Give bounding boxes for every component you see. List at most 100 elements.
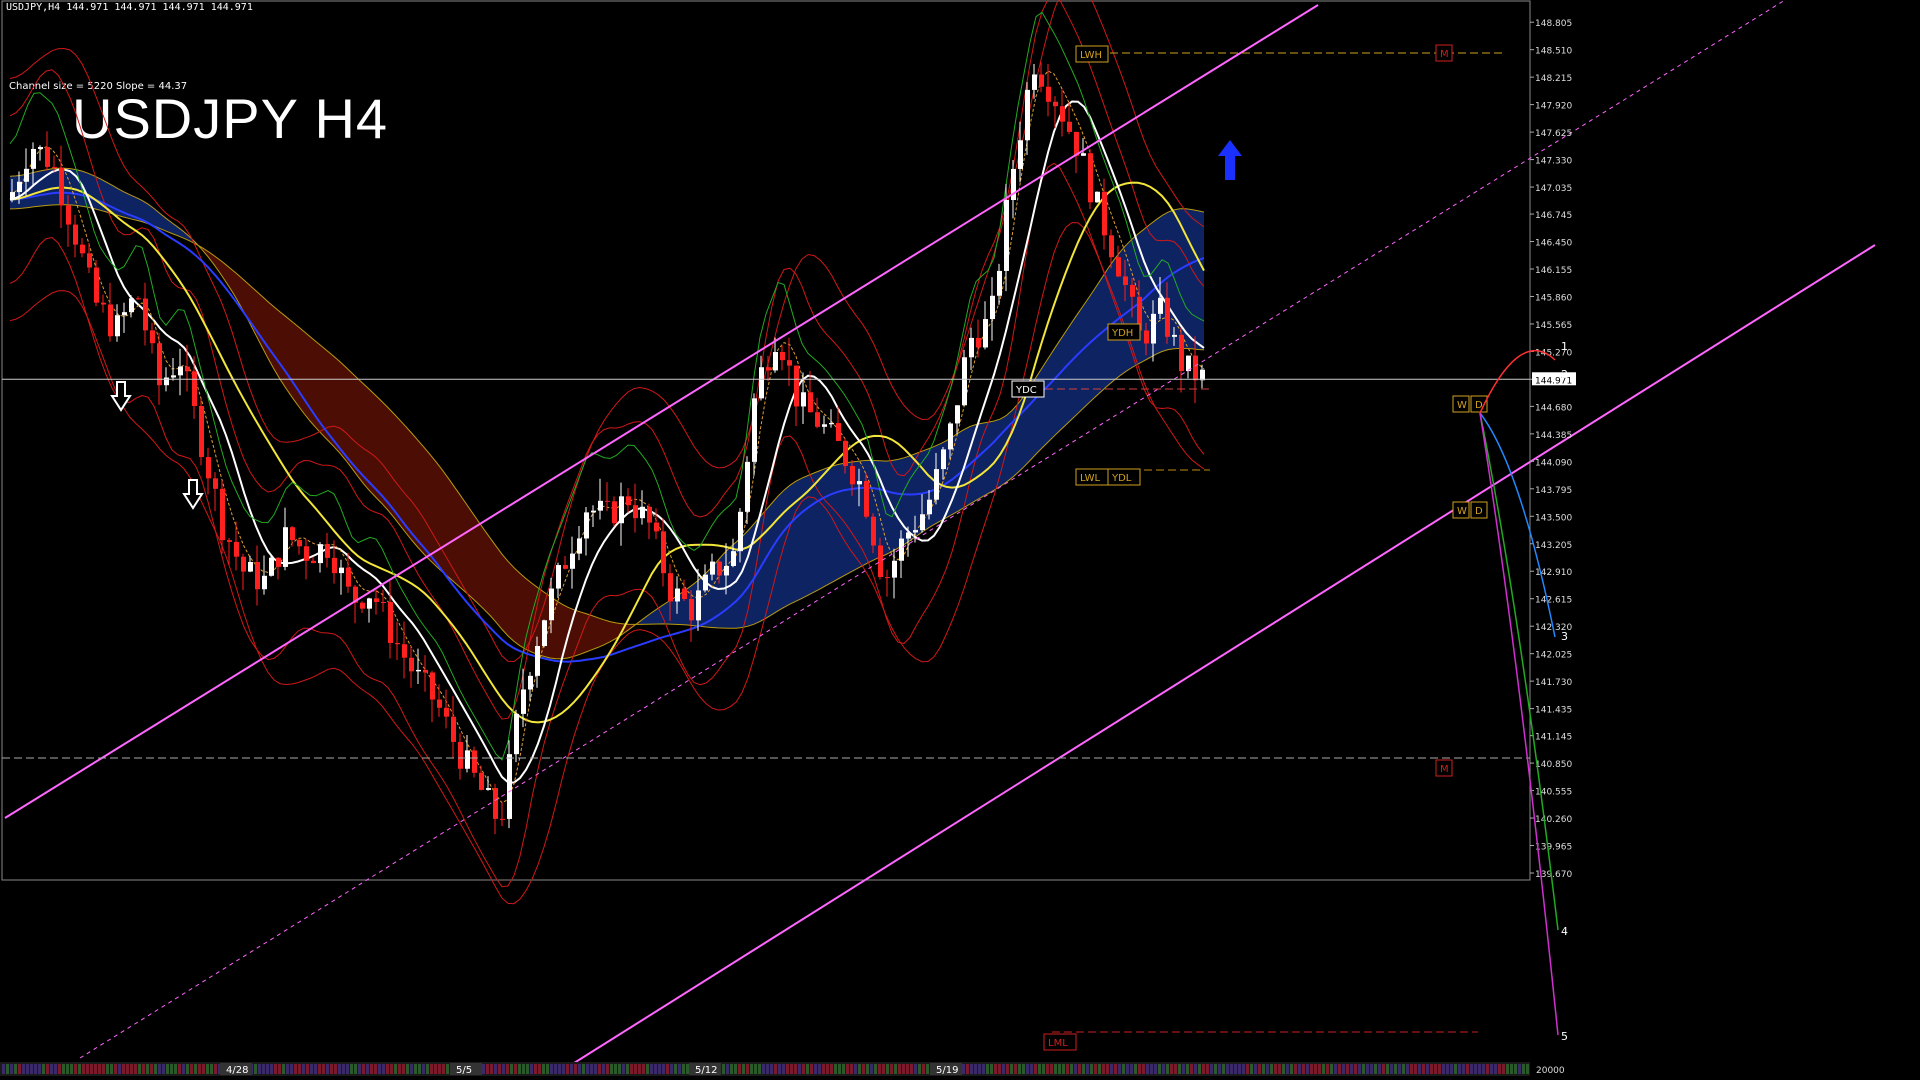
bear-candle [682,588,687,599]
volume-bar [738,1064,741,1074]
volume-bar [1442,1064,1445,1074]
bull-candle [948,423,953,450]
x-axis-label: 5/12 [695,1065,717,1076]
ichimoku-cloud-segment [574,609,580,657]
ichimoku-cloud-segment [478,520,484,610]
volume-bar [1050,1064,1053,1074]
volume-bar [442,1064,445,1074]
volume-bar [482,1064,485,1074]
volume-bar [570,1064,573,1074]
volume-bar [766,1064,769,1074]
bull-candle [913,530,918,533]
ichimoku-cloud-segment [790,481,796,605]
volume-bar [894,1064,897,1074]
volume-bar [862,1064,865,1074]
volume-bar [138,1064,141,1074]
bear-candle [199,406,204,458]
volume-bar [782,1064,785,1074]
volume-bar [1302,1064,1305,1074]
bull-candle [521,689,526,714]
bull-candle [1018,140,1023,169]
volume-bar [1058,1064,1061,1074]
volume-bar [1082,1064,1085,1074]
volume-bar [1462,1064,1465,1074]
ichimoku-cloud-segment [448,477,454,583]
volume-bar [394,1064,397,1074]
volume-bar [334,1064,337,1074]
bear-candle [976,337,981,348]
ichimoku-cloud-segment [514,567,520,646]
volume-bar [1514,1064,1517,1074]
ichimoku-cloud-segment [520,573,526,650]
price-chart[interactable]: LWHYDHYDCLWL YDLLMLMMW DW D 148.805148.5101… [0,0,1920,1080]
bear-candle [430,672,435,700]
bull-candle [857,481,862,485]
volume-bar [1478,1064,1481,1074]
bear-candle [850,465,855,485]
bear-candle [87,253,92,268]
bull-candle [528,675,533,690]
level-tag-label: YDL [1111,473,1132,484]
volume-bar [754,1064,757,1074]
bull-candle [129,298,134,313]
bull-candle [178,366,183,376]
bull-candle [514,713,519,755]
volume-bar [430,1064,433,1074]
ichimoku-cloud-segment [406,426,412,541]
volume-bar [1370,1064,1373,1074]
y-tick-label: 146.745 [1535,211,1572,221]
projection-label: 2 [1561,368,1568,381]
volume-bar [266,1064,269,1074]
volume-bar [1482,1064,1485,1074]
volume-bar [1354,1064,1357,1074]
bull-candle [283,527,288,567]
volume-bar [10,1064,13,1074]
ichimoku-cloud-segment [826,466,832,586]
y-tick-label: 142.025 [1535,651,1572,661]
volume-bar [54,1064,57,1074]
volume-bar [490,1064,493,1074]
volume-bar [810,1064,813,1074]
volume-bar [666,1064,669,1074]
volume-bar [830,1064,833,1074]
bear-candle [234,541,239,557]
projection-label: 5 [1561,1030,1568,1043]
volume-bar [1434,1064,1437,1074]
sell-arrow-icon [110,381,132,412]
volume-bar [1378,1064,1381,1074]
bear-candle [493,788,498,819]
volume-bar [878,1064,881,1074]
volume-bar [494,1064,497,1074]
volume-bar [1126,1064,1129,1074]
volume-bar [1342,1064,1345,1074]
y-tick-label: 148.215 [1535,74,1572,84]
chart-frame [1,0,1531,881]
level-tag-label: LWL [1080,473,1101,484]
volume-bar [1202,1064,1205,1074]
volume-bar [122,1064,125,1074]
volume-bar [682,1064,685,1074]
bear-candle [1130,284,1135,297]
volume-bar [1074,1064,1077,1074]
bull-candle [367,598,372,609]
ichimoku-cloud-segment [358,378,364,485]
volume-bar [350,1064,353,1074]
volume-bar [38,1064,41,1074]
ichimoku-cloud-segment [982,422,988,497]
bull-candle [759,367,764,399]
volume-bar [302,1064,305,1074]
ichimoku-cloud-segment [1048,349,1054,443]
volume-bar [806,1064,809,1074]
y-tick-label: 147.920 [1535,102,1572,112]
volume-bar [70,1064,73,1074]
volume-bar [150,1064,153,1074]
volume-bar [14,1064,17,1074]
volume-bar [126,1064,129,1074]
volume-bar [514,1064,517,1074]
bear-candle [1046,86,1051,102]
volume-bar [390,1064,393,1074]
volume-bar [254,1064,257,1074]
bull-candle [24,168,29,182]
volume-bar [26,1064,29,1074]
volume-bar [298,1064,301,1074]
